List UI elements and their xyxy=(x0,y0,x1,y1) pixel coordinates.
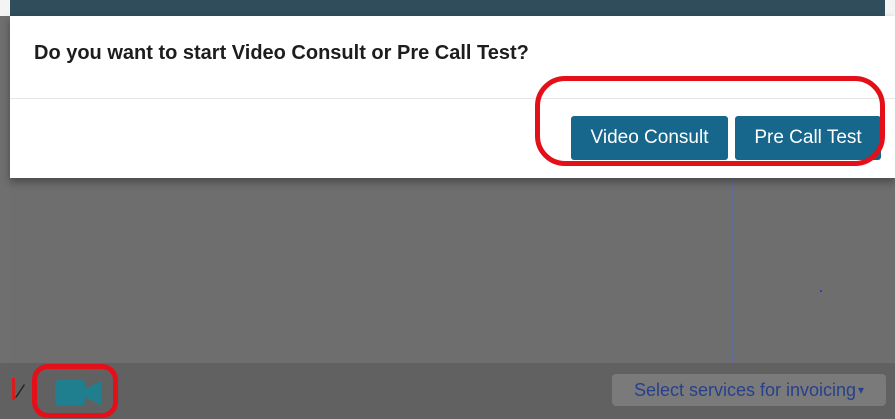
page: Select services for invoicing ▾ Do you w… xyxy=(0,0,895,419)
pencil-icon[interactable] xyxy=(12,378,26,400)
background-main-panel xyxy=(10,178,732,363)
select-services-dropdown[interactable]: Select services for invoicing ▾ xyxy=(612,374,886,406)
chevron-down-icon: ▾ xyxy=(858,383,865,397)
buttons-highlight xyxy=(535,76,885,166)
dialog-title: Do you want to start Video Consult or Pr… xyxy=(34,42,529,64)
background-dot xyxy=(820,290,822,292)
background-side-panel xyxy=(732,178,895,363)
video-call-highlight xyxy=(32,364,118,418)
video-camera-icon[interactable] xyxy=(55,378,103,408)
background-header xyxy=(0,0,895,18)
select-services-label: Select services for invoicing xyxy=(633,379,857,400)
